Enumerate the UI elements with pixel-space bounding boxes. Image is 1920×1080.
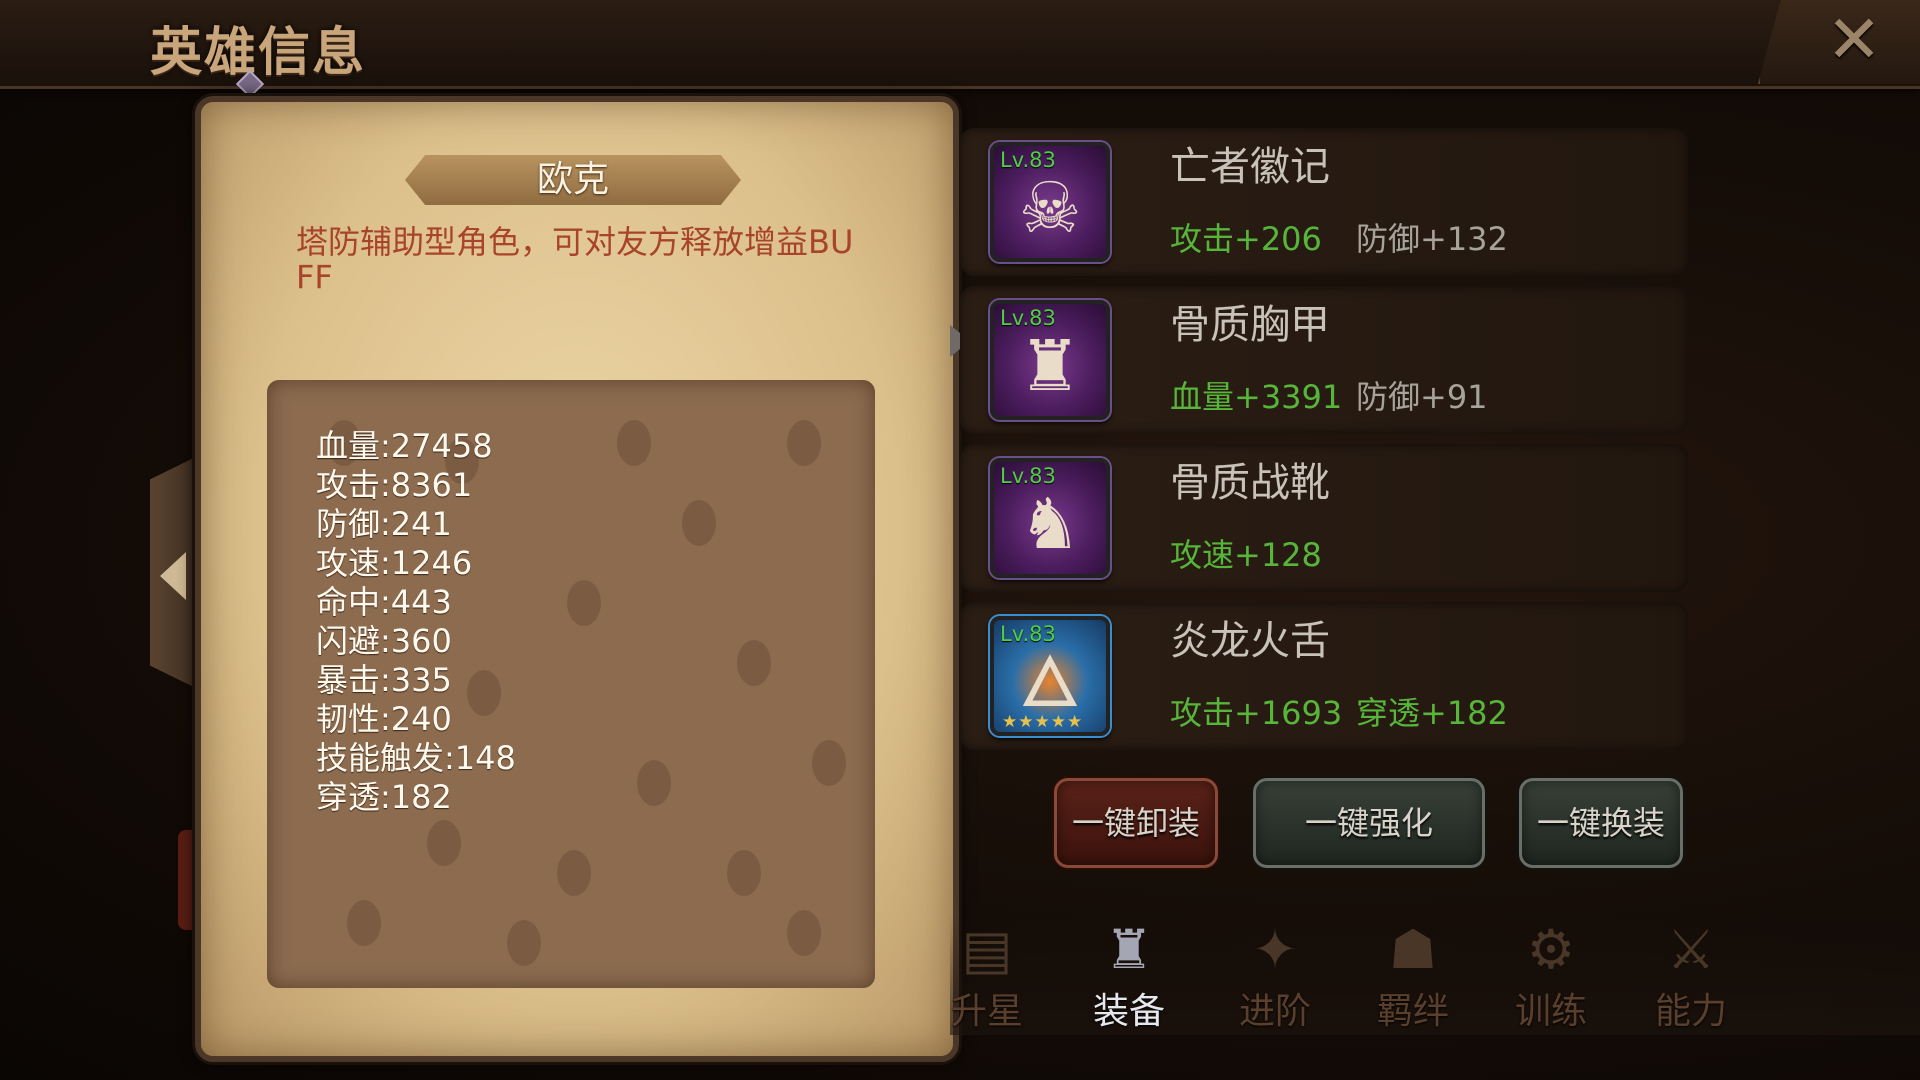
armor-icon: ♜ (1104, 918, 1154, 981)
boots-art: ♞ (1018, 483, 1082, 565)
equipment-stat-primary: 攻击+1693 (1170, 694, 1343, 732)
equipment-stat-primary: 攻击+206 (1170, 220, 1322, 258)
stat-skill-trigger: 技能触发:148 (316, 739, 516, 777)
close-icon[interactable]: ✕ (1824, 7, 1884, 73)
equipment-slot-weapon[interactable]: 🜂 Lv.83 ★★★★★ 炎龙火舌 攻击+1693 穿透+182 (960, 602, 1688, 750)
equipment-slot-emblem[interactable]: ☠ Lv.83 亡者徽记 攻击+206 防御+132 (960, 128, 1688, 276)
decor-dot (427, 820, 461, 866)
stat-crit: 暴击:335 (316, 661, 452, 699)
stat-dodge: 闪避:360 (316, 622, 452, 660)
bone-armor-icon: ♜ Lv.83 (990, 300, 1110, 420)
equipment-name: 亡者徽记 (1170, 144, 1330, 190)
tab-equipment[interactable]: ♜ 装备 (1074, 918, 1184, 1033)
equipment-level: Lv.83 (1000, 464, 1056, 488)
equipment-stat-secondary: 穿透+182 (1356, 694, 1508, 732)
stat-hp: 血量:27458 (316, 427, 493, 465)
decor-dot (637, 760, 671, 806)
equipment-name: 炎龙火舌 (1170, 618, 1330, 664)
equipment-stat-secondary: 防御+132 (1356, 220, 1508, 258)
tab-bond[interactable]: ☗ 羁绊 (1358, 918, 1468, 1033)
stat-toughness: 韧性:240 (316, 700, 452, 738)
decor-dot (682, 500, 716, 546)
equipment-slot-boots[interactable]: ♞ Lv.83 骨质战靴 攻速+128 (960, 444, 1688, 592)
equipment-slot-armor[interactable]: ♜ Lv.83 骨质胸甲 血量+3391 防御+91 (960, 286, 1688, 434)
page-title: 英雄信息 (150, 22, 367, 83)
tab-label: 升星 (950, 991, 1023, 1032)
equipment-level: Lv.83 (1000, 306, 1056, 330)
decor-dot (617, 420, 651, 466)
equipment-name: 骨质战靴 (1170, 460, 1330, 506)
ability-icon: ⚔ (1666, 918, 1716, 981)
tab-star-up[interactable]: ▤ 升星 (932, 918, 1042, 1033)
skull-emblem-icon: ☠ Lv.83 (990, 142, 1110, 262)
unequip-all-button[interactable]: 一键卸装 (1054, 778, 1218, 868)
tab-training[interactable]: ⚙ 训练 (1496, 918, 1606, 1033)
fire-dragon-weapon-icon: 🜂 Lv.83 ★★★★★ (990, 616, 1110, 736)
swap-all-button[interactable]: 一键换装 (1519, 778, 1683, 868)
enhance-all-button[interactable]: 一键强化 (1253, 778, 1485, 868)
skull-art: ☠ (1018, 167, 1082, 249)
hero-info-screen: 英雄信息 ✕ 欧克 塔防辅助型角色，可对友方释放增益BUFF 血量:27458 … (0, 0, 1920, 1080)
stat-penetration: 穿透:182 (316, 778, 452, 816)
decor-dot (507, 920, 541, 966)
decor-dot (347, 900, 381, 946)
equipment-stat-primary: 血量+3391 (1170, 378, 1343, 416)
decor-dot (567, 580, 601, 626)
tab-label: 装备 (1092, 991, 1165, 1032)
hero-description: 塔防辅助型角色，可对友方释放增益BUFF (296, 223, 854, 296)
previous-hero-arrow-icon[interactable] (160, 552, 186, 600)
equipment-stat-primary: 攻速+128 (1170, 536, 1322, 574)
tab-label: 训练 (1514, 991, 1587, 1032)
bond-icon: ☗ (1388, 918, 1438, 981)
equipment-level: Lv.83 (1000, 148, 1056, 172)
stat-hit: 命中:443 (316, 583, 452, 621)
training-icon: ⚙ (1526, 918, 1576, 981)
decor-dot (737, 640, 771, 686)
decor-dot (787, 910, 821, 956)
equipment-stars: ★★★★★ (1002, 712, 1084, 732)
tab-label: 进阶 (1238, 991, 1311, 1032)
hero-name: 欧克 (536, 159, 609, 200)
advance-icon: ✦ (1252, 918, 1298, 981)
tab-advance[interactable]: ✦ 进阶 (1220, 918, 1330, 1033)
equipment-name: 骨质胸甲 (1170, 302, 1330, 348)
decor-dot (557, 850, 591, 896)
decor-dot (787, 420, 821, 466)
book-icon: ▤ (961, 918, 1013, 981)
decor-dot (812, 740, 846, 786)
stat-attack: 攻击:8361 (316, 466, 473, 504)
decor-dot (727, 850, 761, 896)
header-bar: 英雄信息 ✕ (0, 0, 1920, 99)
tab-ability[interactable]: ⚔ 能力 (1636, 918, 1746, 1033)
tab-label: 能力 (1654, 991, 1727, 1032)
bone-boots-icon: ♞ Lv.83 (990, 458, 1110, 578)
hero-stats-list: 血量:27458 攻击:8361 防御:241 攻速:1246 命中:443 闪… (316, 427, 516, 817)
stat-defense: 防御:241 (316, 505, 452, 543)
equipment-stat-secondary: 防御+91 (1356, 378, 1488, 416)
stat-attack-speed: 攻速:1246 (316, 544, 473, 582)
tab-label: 羁绊 (1376, 991, 1449, 1032)
equipment-level: Lv.83 (1000, 622, 1056, 646)
armor-art: ♜ (1018, 325, 1082, 407)
